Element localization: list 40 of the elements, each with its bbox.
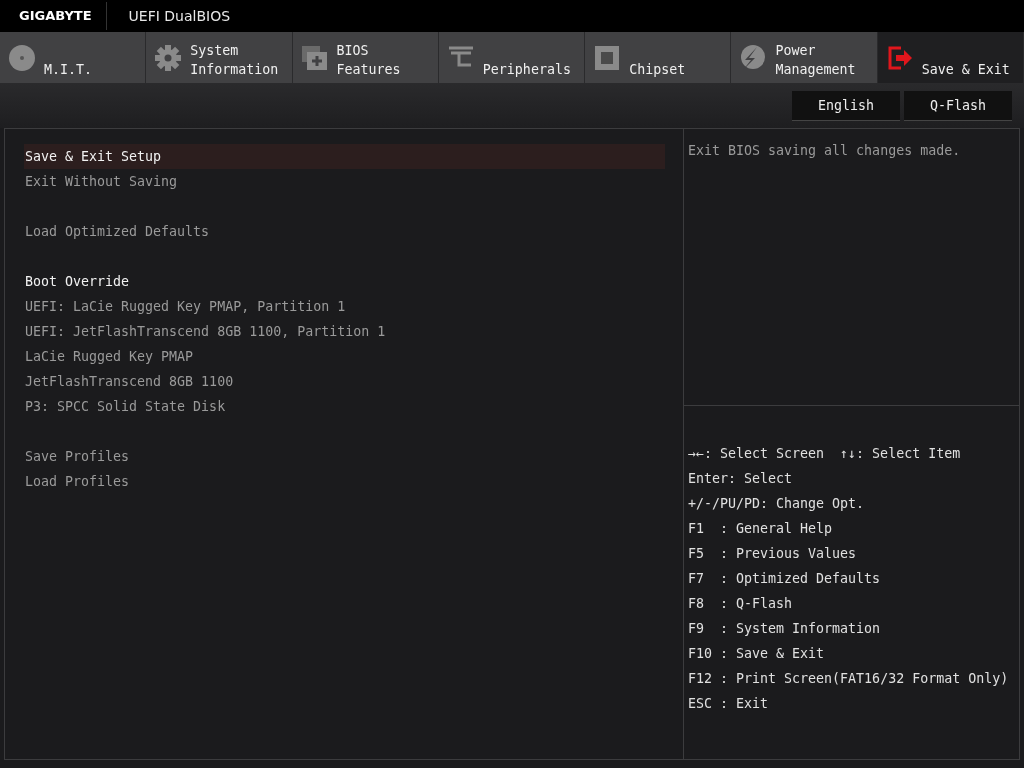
menu-item[interactable]: Load Optimized Defaults [24,219,665,244]
key-hint: F9 : System Information [688,620,881,638]
menu-item[interactable]: UEFI: JetFlashTranscend 8GB 1100, Partition 1 [24,319,665,344]
menu-item[interactable]: JetFlashTranscend 8GB 1100 [24,369,665,394]
lightning-icon [739,43,768,72]
tab[interactable]: BIOS Features [292,32,439,83]
menu-item[interactable]: UEFI: LaCie Rugged Key PMAP, Partition 1 [24,294,665,319]
key-hint: F8 : Q-Flash [688,595,793,613]
key-hint: Enter: Select [688,470,793,488]
toolbar-button[interactable]: Q-Flash [904,90,1012,121]
tab[interactable]: Save & Exit [877,32,1024,83]
menu-item[interactable]: Exit Without Saving [24,169,665,194]
key-hint: +/-/PU/PD: Change Opt. [688,495,865,513]
menu-item[interactable]: P3: SPCC Solid State Disk [24,394,665,419]
tab[interactable]: M.I.T. [0,32,147,83]
gear-icon [154,43,183,72]
toolbar-button[interactable]: English [792,90,900,121]
tab[interactable]: Power Management [731,32,878,83]
menu-item[interactable]: Save Profiles [24,444,665,469]
key-hint: F10 : Save & Exit [688,645,825,663]
section-heading: Boot Override [24,273,131,291]
menu-item[interactable]: LaCie Rugged Key PMAP [24,344,665,369]
key-hint: F7 : Optimized Defaults [688,570,881,588]
key-hint: ESC : Exit [688,695,769,713]
key-hint: F12 : Print Screen(FAT16/32 Format Only) [688,670,1009,688]
menu-item[interactable]: Load Profiles [24,469,665,494]
key-hint: F5 : Previous Values [688,545,857,563]
menu-item[interactable]: Save & Exit Setup [24,144,665,169]
chip-icon [593,43,622,72]
tab[interactable]: Peripherals [438,32,586,83]
disc-icon [8,43,36,72]
tab[interactable]: Chipset [585,32,732,83]
key-hint: F1 : General Help [688,520,833,538]
brand-logo: GIGABYTE [0,2,107,30]
window-title: UEFI DualBIOS [127,8,231,24]
circuit-board-icon [300,43,329,72]
tab[interactable]: System Information [146,32,293,83]
key-hint: →←: Select Screen [688,445,825,463]
key-hint: ↑↓: Select Item [840,445,961,463]
item-description: Exit BIOS saving all changes made. [684,129,1019,406]
